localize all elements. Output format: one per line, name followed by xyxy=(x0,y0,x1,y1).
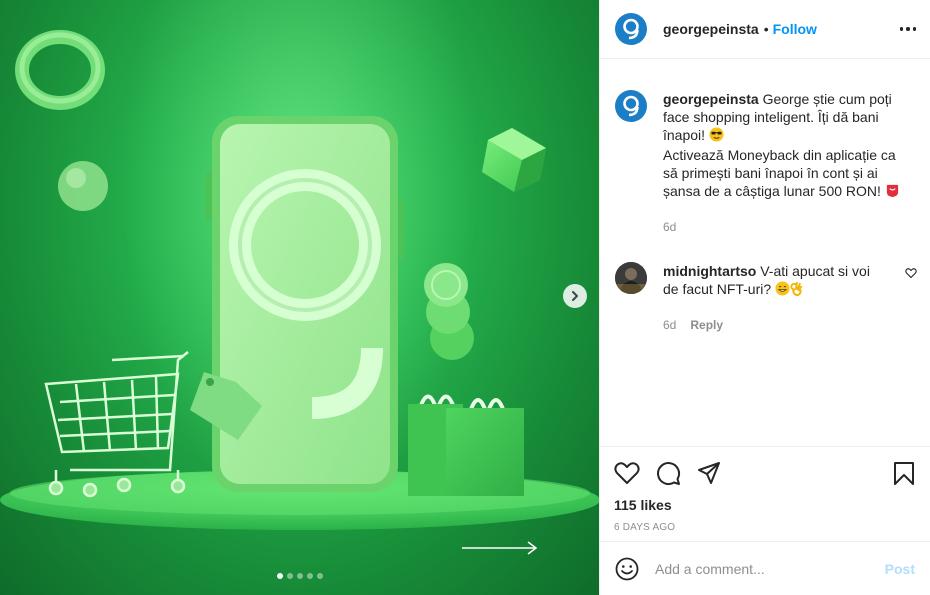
comment-age[interactable]: 6d xyxy=(663,316,676,334)
wallet-emoji-icon xyxy=(885,183,900,202)
post-header: georgepeinsta • Follow xyxy=(600,0,930,59)
emoji-picker-button[interactable] xyxy=(615,557,639,581)
floating-cube xyxy=(482,128,546,192)
comment-username[interactable]: midnightartso xyxy=(663,263,756,279)
author-username[interactable]: georgepeinsta xyxy=(663,21,759,37)
likes-count[interactable]: 115 likes xyxy=(614,497,915,513)
caption: georgepeinsta George știe cum poți face … xyxy=(615,90,917,236)
sunglasses-emoji-icon xyxy=(709,127,724,146)
avatar[interactable] xyxy=(615,13,647,45)
comment-input[interactable] xyxy=(655,560,885,577)
coins-illustration xyxy=(424,263,474,360)
floating-sphere xyxy=(58,161,108,211)
ok-hand-emoji-icon xyxy=(790,281,803,300)
chevron-right-icon xyxy=(572,291,578,301)
like-comment-button[interactable] xyxy=(905,266,917,282)
carousel-indicator xyxy=(0,573,599,579)
caption-avatar[interactable] xyxy=(615,90,647,122)
carousel-dot xyxy=(296,573,303,579)
promo-illustration xyxy=(0,30,599,530)
comment-button[interactable] xyxy=(656,461,681,486)
comment-icon xyxy=(657,461,681,485)
post-date[interactable]: 6 DAYS AGO xyxy=(614,522,915,533)
save-button[interactable] xyxy=(893,461,915,486)
header-separator: • xyxy=(763,21,769,37)
post-sidebar: georgepeinsta • Follow georgepeinsta Geo… xyxy=(599,0,930,595)
post-actions: 115 likes 6 DAYS AGO xyxy=(600,446,930,533)
caption-text-2: Activează Moneyback din aplicație ca să … xyxy=(663,147,896,199)
floating-ring xyxy=(15,30,105,110)
post-comment-button[interactable]: Post xyxy=(885,561,915,577)
bookmark-icon xyxy=(894,461,914,485)
carousel-dot xyxy=(306,573,313,579)
carousel-dot xyxy=(316,573,323,579)
brand-logo-icon xyxy=(623,95,639,117)
commenter-avatar[interactable] xyxy=(615,262,647,294)
grin-emoji-icon xyxy=(775,281,790,300)
comment-item: midnightartso V-ati apucat si voi de fac… xyxy=(615,262,917,334)
shopping-bags-illustration xyxy=(408,394,524,496)
carousel-dot xyxy=(286,573,293,579)
next-slide-button[interactable] xyxy=(563,284,587,308)
reply-button[interactable]: Reply xyxy=(690,316,723,334)
arrow-right-icon xyxy=(462,541,538,555)
heart-icon xyxy=(614,462,640,484)
follow-button[interactable]: Follow xyxy=(773,21,817,37)
brand-logo-icon xyxy=(623,18,639,40)
emoji-icon xyxy=(615,557,639,580)
heart-icon xyxy=(905,268,917,279)
share-icon xyxy=(698,462,720,484)
carousel-dot xyxy=(276,573,283,579)
more-icon xyxy=(899,27,903,31)
share-button[interactable] xyxy=(697,461,721,485)
like-button[interactable] xyxy=(614,461,640,485)
comments-list: georgepeinsta George știe cum poți face … xyxy=(600,60,930,446)
comment-composer: Post xyxy=(600,541,930,595)
caption-username[interactable]: georgepeinsta xyxy=(663,91,759,107)
caption-age[interactable]: 6d xyxy=(663,218,676,236)
more-options-button[interactable] xyxy=(899,19,916,39)
post-media[interactable] xyxy=(0,0,599,595)
